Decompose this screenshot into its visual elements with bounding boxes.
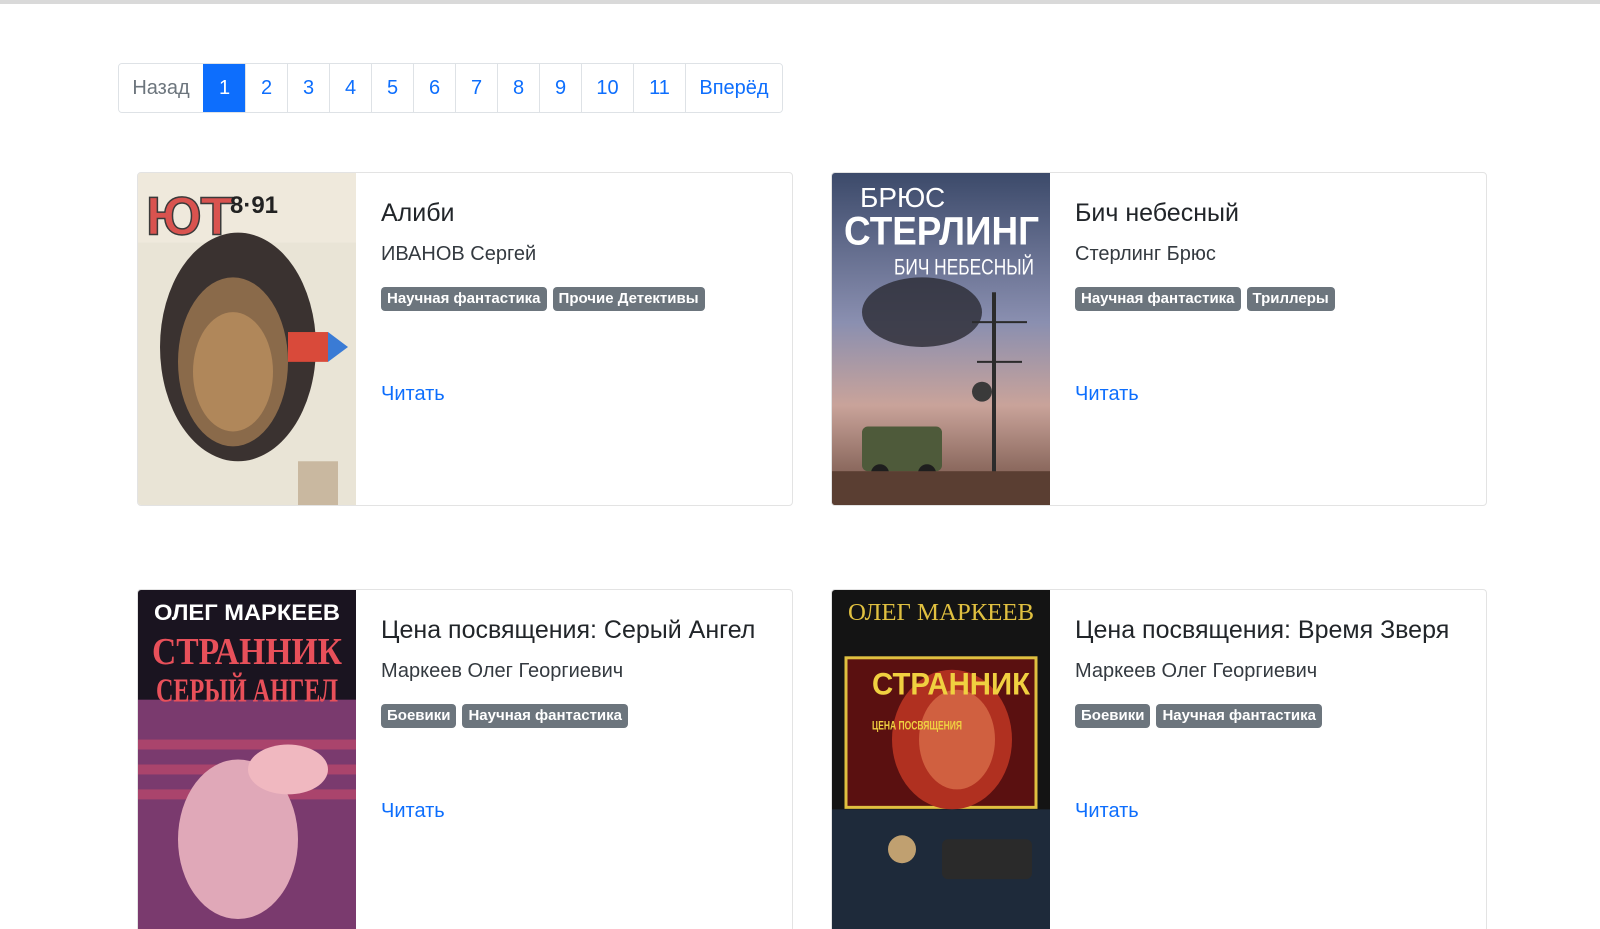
pagination-page-9[interactable]: 9 [539, 64, 581, 112]
read-link[interactable]: Читать [1075, 383, 1139, 406]
cover-title-text: БИЧ НЕБЕСНЫЙ [894, 254, 1034, 279]
genre-badge[interactable]: Научная фантастика [1075, 287, 1241, 311]
book-tags: Научная фантастика Прочие Детективы [381, 287, 772, 311]
book-card: ЮТ 8·91 Алиби ИВАНОВ Сергей Научная фант… [137, 172, 793, 506]
cover-author-text: БРЮС [860, 182, 945, 213]
book-title[interactable]: Бич небесный [1075, 197, 1466, 229]
book-title[interactable]: Цена посвящения: Время Зверя [1075, 614, 1466, 646]
book-author: Стерлинг Брюс [1075, 243, 1216, 265]
pagination-page-5[interactable]: 5 [371, 64, 413, 112]
book-tags: Боевики Научная фантастика [1075, 704, 1466, 728]
book-card: ОЛЕГ МАРКЕЕВ СТРАННИК ЦЕНА ПОСВЯЩЕНИЯ Це… [831, 589, 1487, 929]
book-author: ИВАНОВ Сергей [381, 243, 537, 265]
cover-surname-text: СТЕРЛИНГ [844, 210, 1039, 254]
read-link[interactable]: Читать [381, 383, 445, 406]
genre-badge[interactable]: Научная фантастика [462, 704, 628, 728]
pagination-page-8[interactable]: 8 [497, 64, 539, 112]
top-divider [0, 0, 1600, 4]
pagination-page-6[interactable]: 6 [413, 64, 455, 112]
book-author: Маркеев Олег Георгиевич [1075, 660, 1318, 682]
pagination-page-2[interactable]: 2 [245, 64, 287, 112]
book-tags: Научная фантастика Триллеры [1075, 287, 1466, 311]
cover-title-text: ЦЕНА ПОСВЯЩЕНИЯ [872, 719, 962, 733]
cover-series-text: СТРАННИК [872, 666, 1030, 702]
cover-author-text: ОЛЕГ МАРКЕЕВ [154, 600, 340, 625]
pagination-next-button[interactable]: Вперёд [685, 64, 782, 112]
pagination-prev-button[interactable]: Назад [119, 64, 203, 112]
cover-title-text: СЕРЫЙ АНГЕЛ [156, 673, 338, 710]
pagination-page-1[interactable]: 1 [203, 64, 245, 112]
read-link[interactable]: Читать [381, 800, 445, 823]
cover-title-text: ЮТ [146, 187, 233, 247]
pagination-page-10[interactable]: 10 [581, 64, 633, 112]
book-tags: Боевики Научная фантастика [381, 704, 772, 728]
book-cover-image[interactable]: БРЮС СТЕРЛИНГ БИЧ НЕБЕСНЫЙ [832, 173, 1050, 505]
book-cover-image[interactable]: ОЛЕГ МАРКЕЕВ СТРАННИК ЦЕНА ПОСВЯЩЕНИЯ [832, 590, 1050, 929]
book-title[interactable]: Цена посвящения: Серый Ангел [381, 614, 772, 646]
genre-badge[interactable]: Боевики [381, 704, 457, 728]
book-card: БРЮС СТЕРЛИНГ БИЧ НЕБЕСНЫЙ Бич небесный … [831, 172, 1487, 506]
pagination-page-3[interactable]: 3 [287, 64, 329, 112]
book-author: Маркеев Олег Георгиевич [381, 660, 624, 682]
cover-series-text: СТРАННИК [152, 631, 342, 673]
book-card: ОЛЕГ МАРКЕЕВ СТРАННИК СЕРЫЙ АНГЕЛ Цена п… [137, 589, 793, 929]
pagination: Назад 1 2 3 4 5 6 7 8 9 10 11 Вперёд [118, 63, 783, 113]
pagination-page-11[interactable]: 11 [633, 64, 685, 112]
book-cover-image[interactable]: ЮТ 8·91 [138, 173, 356, 505]
cover-issue-text: 8·91 [230, 192, 278, 219]
genre-badge[interactable]: Научная фантастика [1156, 704, 1322, 728]
book-title[interactable]: Алиби [381, 197, 772, 229]
book-cover-image[interactable]: ОЛЕГ МАРКЕЕВ СТРАННИК СЕРЫЙ АНГЕЛ [138, 590, 356, 929]
genre-badge[interactable]: Триллеры [1246, 287, 1335, 311]
cover-author-text: ОЛЕГ МАРКЕЕВ [848, 600, 1034, 626]
genre-badge[interactable]: Научная фантастика [381, 287, 547, 311]
read-link[interactable]: Читать [1075, 800, 1139, 823]
genre-badge[interactable]: Прочие Детективы [552, 287, 705, 311]
pagination-page-4[interactable]: 4 [329, 64, 371, 112]
genre-badge[interactable]: Боевики [1075, 704, 1151, 728]
pagination-page-7[interactable]: 7 [455, 64, 497, 112]
